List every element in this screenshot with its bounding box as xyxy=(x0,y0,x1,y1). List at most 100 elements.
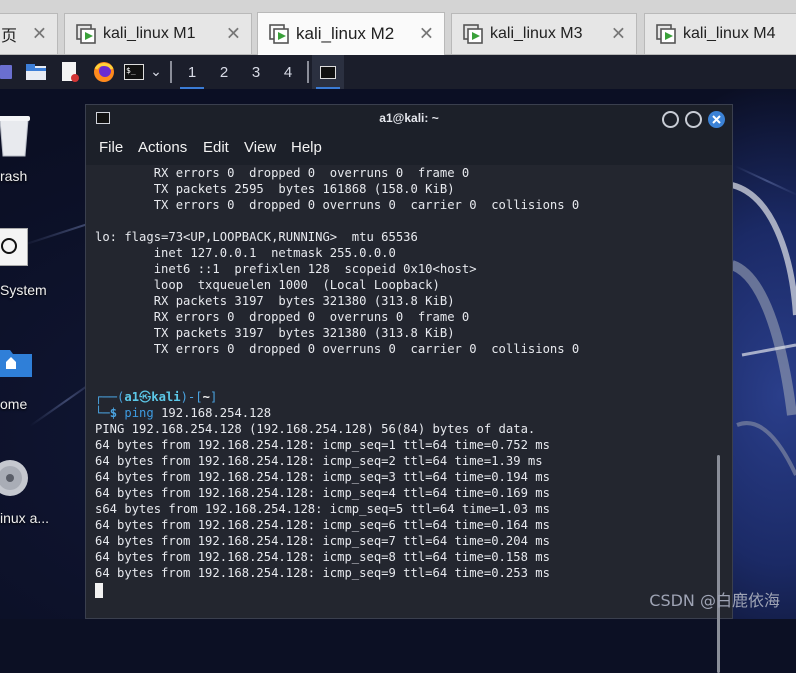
workspace-label: 1 xyxy=(187,63,197,81)
tab-label: 页 xyxy=(1,28,18,45)
menu-file[interactable]: File xyxy=(99,139,123,156)
menu-actions[interactable]: Actions xyxy=(138,139,187,156)
ping-reply: 64 bytes from 192.168.254.128: icmp_seq=… xyxy=(95,566,550,580)
terminal-titlebar[interactable]: a1@kali: ~ xyxy=(86,105,732,133)
prompt-host: kali xyxy=(151,390,181,404)
vm-icon xyxy=(463,24,483,44)
workspace-3[interactable]: 3 xyxy=(240,55,272,89)
desktop-icon-label[interactable]: inux a... xyxy=(0,510,49,526)
tab-close-icon[interactable]: ✕ xyxy=(611,24,626,45)
workspace-label: 3 xyxy=(251,63,261,81)
tab-partial[interactable]: 页 ✕ xyxy=(0,13,58,54)
ping-header: PING 192.168.254.128 (192.168.254.128) 5… xyxy=(95,422,536,436)
active-workspace-indicator xyxy=(180,87,204,89)
desktop-icon-label[interactable]: rash xyxy=(0,168,27,184)
command-name: ping xyxy=(124,406,154,420)
kali-panel: $_ ⌄ 1 2 3 4 xyxy=(0,55,796,89)
close-icon xyxy=(712,115,721,124)
chevron-down-icon[interactable]: ⌄ xyxy=(148,55,164,89)
minimize-button[interactable] xyxy=(662,111,679,128)
prompt-corner: ┌──( xyxy=(95,390,125,404)
vm-icon xyxy=(76,24,96,44)
workspace-4[interactable]: 4 xyxy=(272,55,304,89)
prompt-corner: └─ xyxy=(95,406,110,420)
window-title: a1@kali: ~ xyxy=(379,111,439,125)
ping-reply: 64 bytes from 192.168.254.128: icmp_seq=… xyxy=(95,470,550,484)
active-window-indicator xyxy=(316,87,340,89)
text-editor-icon[interactable] xyxy=(58,55,82,89)
tab-kali-m1[interactable]: kali_linux M1 ✕ xyxy=(64,13,252,54)
prompt-user: a1 xyxy=(124,390,140,404)
prompt-bracket-end: ] xyxy=(209,390,218,404)
taskbar-terminal-window[interactable] xyxy=(312,55,344,89)
prompt-line: ┌──(a1㉿kali)-[~] xyxy=(95,389,217,405)
ping-reply: 64 bytes from 192.168.254.128: icmp_seq=… xyxy=(95,486,550,500)
tab-label: kali_linux M4 xyxy=(683,25,776,42)
vm-icon xyxy=(656,24,676,44)
maximize-button[interactable] xyxy=(685,111,702,128)
tab-kali-m2[interactable]: kali_linux M2 ✕ xyxy=(257,12,445,55)
terminal-output[interactable]: RX errors 0 dropped 0 overruns 0 frame 0… xyxy=(86,165,732,673)
output-line: TX errors 0 dropped 0 overruns 0 carrier… xyxy=(95,198,580,212)
terminal-menubar: File Actions Edit View Help xyxy=(86,133,732,165)
tab-kali-m4[interactable]: kali_linux M4 xyxy=(644,13,796,54)
workspace-label: 2 xyxy=(219,63,229,81)
tab-kali-m3[interactable]: kali_linux M3 ✕ xyxy=(451,13,637,54)
home-folder-icon[interactable] xyxy=(0,345,32,377)
desktop-icon-label[interactable]: ome xyxy=(0,396,27,412)
tab-close-icon[interactable]: ✕ xyxy=(419,24,434,45)
output-line: TX packets 3197 bytes 321380 (313.8 KiB) xyxy=(95,326,455,340)
ping-reply: 64 bytes from 192.168.254.128: icmp_seq=… xyxy=(95,454,543,468)
prompt-dir: ~ xyxy=(202,390,210,404)
workspace-1[interactable]: 1 xyxy=(176,55,208,89)
menu-view[interactable]: View xyxy=(244,139,276,156)
watermark: CSDN @白鹿依海 xyxy=(649,591,780,610)
firefox-icon[interactable] xyxy=(92,55,116,89)
tab-label: kali_linux M2 xyxy=(296,24,395,43)
output-line: TX packets 2595 bytes 161868 (158.0 KiB) xyxy=(95,182,455,196)
output-line: inet6 ::1 prefixlen 128 scopeid 0x10<hos… xyxy=(95,262,477,276)
ping-reply: s64 bytes from 192.168.254.128: icmp_seq… xyxy=(95,502,550,516)
panel-separator xyxy=(307,61,309,83)
terminal-scrollbar[interactable] xyxy=(717,455,720,673)
ping-reply: 64 bytes from 192.168.254.128: icmp_seq=… xyxy=(95,550,550,564)
terminal-icon[interactable]: $_ xyxy=(122,55,146,89)
tab-label: kali_linux M1 xyxy=(103,25,196,42)
workspace-label: 4 xyxy=(283,63,293,81)
text-cursor xyxy=(95,583,103,598)
ping-reply: 64 bytes from 192.168.254.128: icmp_seq=… xyxy=(95,438,550,452)
terminal-window[interactable]: a1@kali: ~ File Actions Edit View Help R… xyxy=(85,104,733,673)
show-desktop-icon[interactable] xyxy=(0,55,14,89)
prompt-at: ㉿ xyxy=(139,390,152,404)
kali-dragon-wallpaper xyxy=(732,182,796,476)
output-line: RX errors 0 dropped 0 overruns 0 frame 0 xyxy=(95,166,470,180)
host-tab-bar: 页 ✕ kali_linux M1 ✕ kali_linux M2 ✕ kali… xyxy=(0,0,796,55)
command-args: 192.168.254.128 xyxy=(161,406,272,420)
tab-close-icon[interactable]: ✕ xyxy=(226,24,241,45)
vm-icon xyxy=(269,24,289,44)
file-manager-icon[interactable] xyxy=(24,55,48,89)
terminal-glyph: $_ xyxy=(124,64,144,80)
menu-edit[interactable]: Edit xyxy=(203,139,229,156)
command-line: └─$ ping 192.168.254.128 xyxy=(95,405,271,421)
output-line: lo: flags=73<UP,LOOPBACK,RUNNING> mtu 65… xyxy=(95,230,418,244)
terminal-icon xyxy=(320,65,336,79)
output-line: RX packets 3197 bytes 321380 (313.8 KiB) xyxy=(95,294,455,308)
prompt-bracket: )-[ xyxy=(180,390,203,404)
desktop-icon-label[interactable]: System xyxy=(0,282,47,298)
trash-icon[interactable] xyxy=(0,112,30,158)
menu-help[interactable]: Help xyxy=(291,139,322,156)
output-line: loop txqueuelen 1000 (Local Loopback) xyxy=(95,278,440,292)
prompt-dollar: $ xyxy=(109,406,118,420)
ping-reply: 64 bytes from 192.168.254.128: icmp_seq=… xyxy=(95,518,550,532)
tab-close-icon[interactable]: ✕ xyxy=(32,24,47,45)
system-icon[interactable] xyxy=(0,228,28,266)
disc-icon[interactable] xyxy=(0,457,32,499)
workspace-2[interactable]: 2 xyxy=(208,55,240,89)
output-line: RX errors 0 dropped 0 overruns 0 frame 0 xyxy=(95,310,470,324)
ping-reply: 64 bytes from 192.168.254.128: icmp_seq=… xyxy=(95,534,550,548)
close-button[interactable] xyxy=(708,111,725,128)
tab-label: kali_linux M3 xyxy=(490,25,583,42)
output-line: TX errors 0 dropped 0 overruns 0 carrier… xyxy=(95,342,580,356)
output-line: inet 127.0.0.1 netmask 255.0.0.0 xyxy=(95,246,396,260)
